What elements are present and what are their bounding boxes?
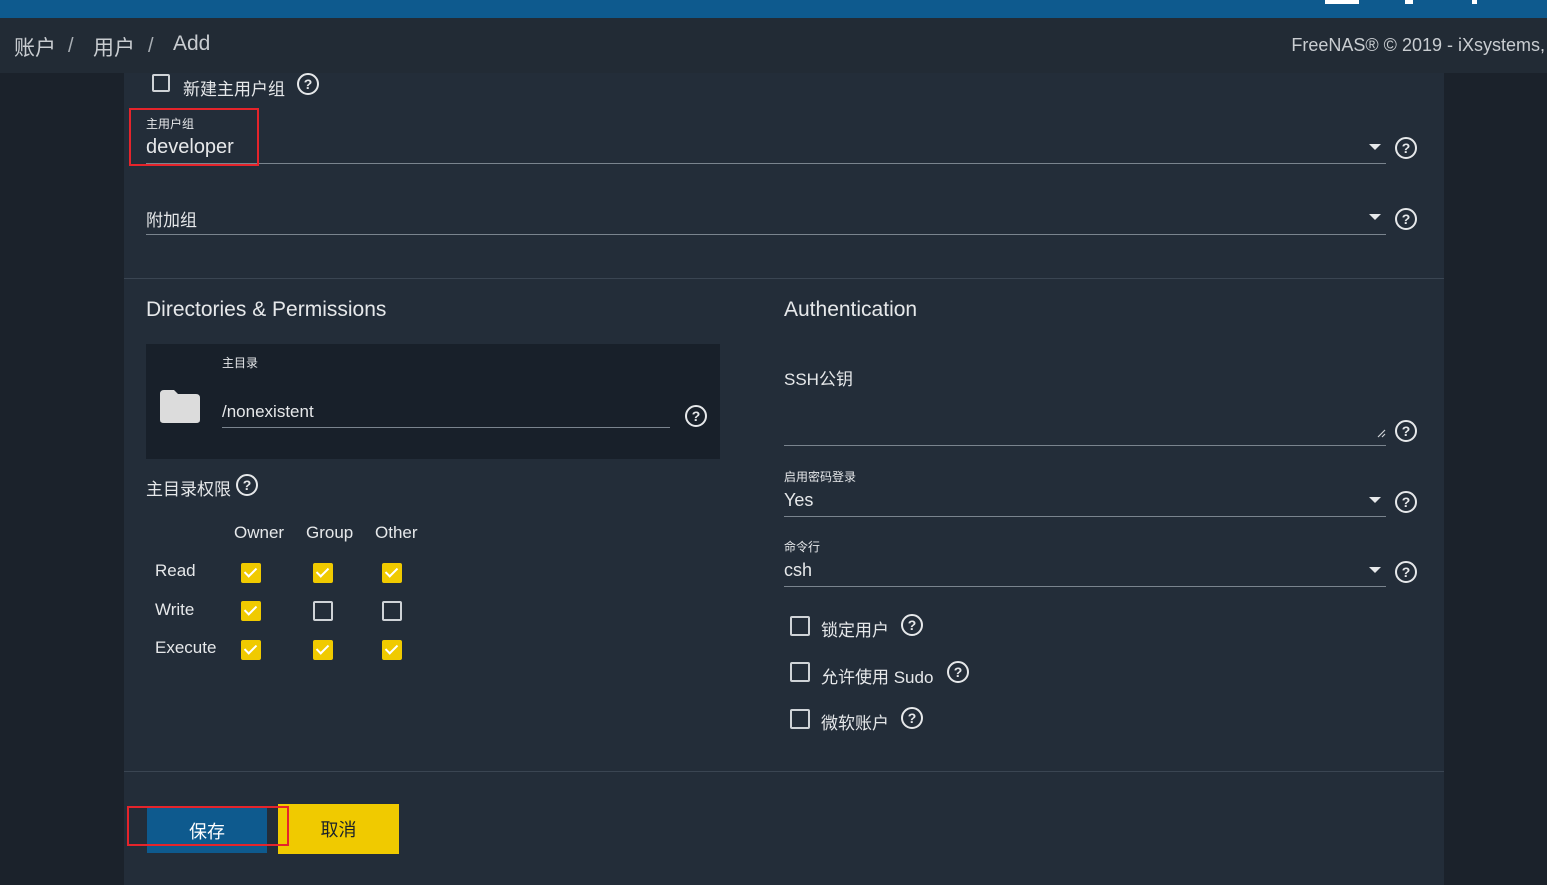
actions-divider (124, 771, 1444, 772)
perm-checkbox-read-owner[interactable] (241, 563, 261, 583)
help-icon[interactable]: ? (296, 72, 320, 96)
user-icon[interactable] (1405, 0, 1413, 4)
svg-text:?: ? (1402, 423, 1411, 439)
perm-column-other: Other (375, 523, 418, 542)
chevron-down-icon[interactable] (1369, 144, 1381, 150)
window-icon[interactable] (1325, 0, 1359, 4)
section-divider (124, 278, 1444, 279)
microsoft-account-checkbox[interactable] (790, 709, 810, 729)
new-primary-group-label: 新建主用户组 (183, 80, 285, 99)
power-icon[interactable] (1472, 0, 1477, 4)
copyright-text: FreeNAS® © 2019 - iXsystems, (1291, 35, 1545, 55)
perm-checkbox-execute-owner[interactable] (241, 640, 261, 660)
aux-groups-select[interactable]: 附加组 (146, 206, 197, 231)
shell-underline (784, 586, 1386, 587)
primary-group-underline (146, 163, 1386, 164)
help-icon[interactable]: ? (1394, 207, 1418, 231)
help-icon[interactable]: ? (235, 473, 259, 497)
breadcrumb-bar: 账户 / 用户 / Add FreeNAS® © 2019 - iXsystem… (0, 18, 1547, 73)
svg-text:?: ? (692, 408, 701, 424)
resize-handle-icon[interactable] (1377, 429, 1386, 438)
left-gutter (0, 73, 124, 885)
perm-column-group: Group (306, 523, 354, 542)
shell-select[interactable]: csh (784, 560, 812, 581)
sudo-label: 允许使用 Sudo (821, 668, 934, 687)
help-icon[interactable]: ? (1394, 560, 1418, 584)
cancel-button[interactable]: 取消 (278, 804, 399, 854)
perm-checkbox-execute-group[interactable] (313, 640, 333, 660)
top-bar (0, 0, 1547, 18)
help-icon[interactable]: ? (1394, 419, 1418, 443)
breadcrumb-users[interactable]: 用户 (93, 32, 135, 62)
highlight-frame-primary-group (129, 108, 259, 166)
svg-text:?: ? (1402, 494, 1411, 510)
directories-section-title: Directories & Permissions (146, 298, 387, 321)
ssh-key-label: SSH公钥 (784, 370, 853, 389)
microsoft-account-label: 微软账户 (821, 714, 889, 733)
password-login-select[interactable]: Yes (784, 490, 813, 511)
chevron-down-icon[interactable] (1369, 497, 1381, 503)
svg-text:?: ? (1402, 564, 1411, 580)
perm-checkbox-write-group[interactable] (313, 601, 333, 621)
svg-text:?: ? (908, 617, 917, 633)
home-dir-label: 主目录 (222, 356, 259, 370)
perm-row-read: Read (155, 561, 196, 580)
svg-text:?: ? (243, 477, 252, 493)
svg-text:?: ? (908, 710, 917, 726)
folder-icon[interactable] (158, 388, 202, 424)
home-perm-label: 主目录权限 (146, 480, 231, 499)
help-icon[interactable]: ? (1394, 490, 1418, 514)
chevron-down-icon[interactable] (1369, 567, 1381, 573)
help-icon[interactable]: ? (900, 613, 924, 637)
perm-row-execute: Execute (155, 638, 217, 657)
chevron-down-icon[interactable] (1369, 214, 1381, 220)
sudo-checkbox[interactable] (790, 662, 810, 682)
breadcrumb-separator: / (68, 35, 74, 57)
svg-text:?: ? (1402, 140, 1411, 156)
home-dir-input[interactable]: /nonexistent (222, 402, 314, 422)
password-login-underline (784, 516, 1386, 517)
svg-text:?: ? (954, 664, 963, 680)
help-icon[interactable]: ? (684, 404, 708, 428)
password-login-label: 启用密码登录 (784, 470, 857, 484)
lock-user-label: 锁定用户 (821, 621, 889, 640)
help-icon[interactable]: ? (900, 706, 924, 730)
breadcrumb-separator: / (148, 35, 154, 57)
right-gutter (1444, 73, 1547, 885)
breadcrumb-current: Add (173, 32, 211, 55)
lock-user-checkbox[interactable] (790, 616, 810, 636)
perm-checkbox-read-other[interactable] (382, 563, 402, 583)
breadcrumb-accounts[interactable]: 账户 (14, 32, 56, 62)
perm-checkbox-write-other[interactable] (382, 601, 402, 621)
help-icon[interactable]: ? (946, 660, 970, 684)
perm-checkbox-execute-other[interactable] (382, 640, 402, 660)
perm-checkbox-read-group[interactable] (313, 563, 333, 583)
ssh-key-underline (784, 445, 1386, 446)
highlight-frame-save (127, 806, 289, 846)
perm-column-owner: Owner (234, 523, 285, 542)
aux-groups-underline (146, 234, 1386, 235)
new-primary-group-checkbox[interactable] (152, 74, 170, 92)
perm-checkbox-write-owner[interactable] (241, 601, 261, 621)
perm-row-write: Write (155, 600, 195, 619)
shell-label: 命令行 (784, 540, 821, 554)
ssh-key-textarea[interactable] (784, 390, 1388, 444)
authentication-section-title: Authentication (784, 298, 918, 321)
svg-text:?: ? (304, 76, 313, 92)
help-icon[interactable]: ? (1394, 136, 1418, 160)
home-dir-underline (222, 427, 670, 428)
svg-text:?: ? (1402, 211, 1411, 227)
